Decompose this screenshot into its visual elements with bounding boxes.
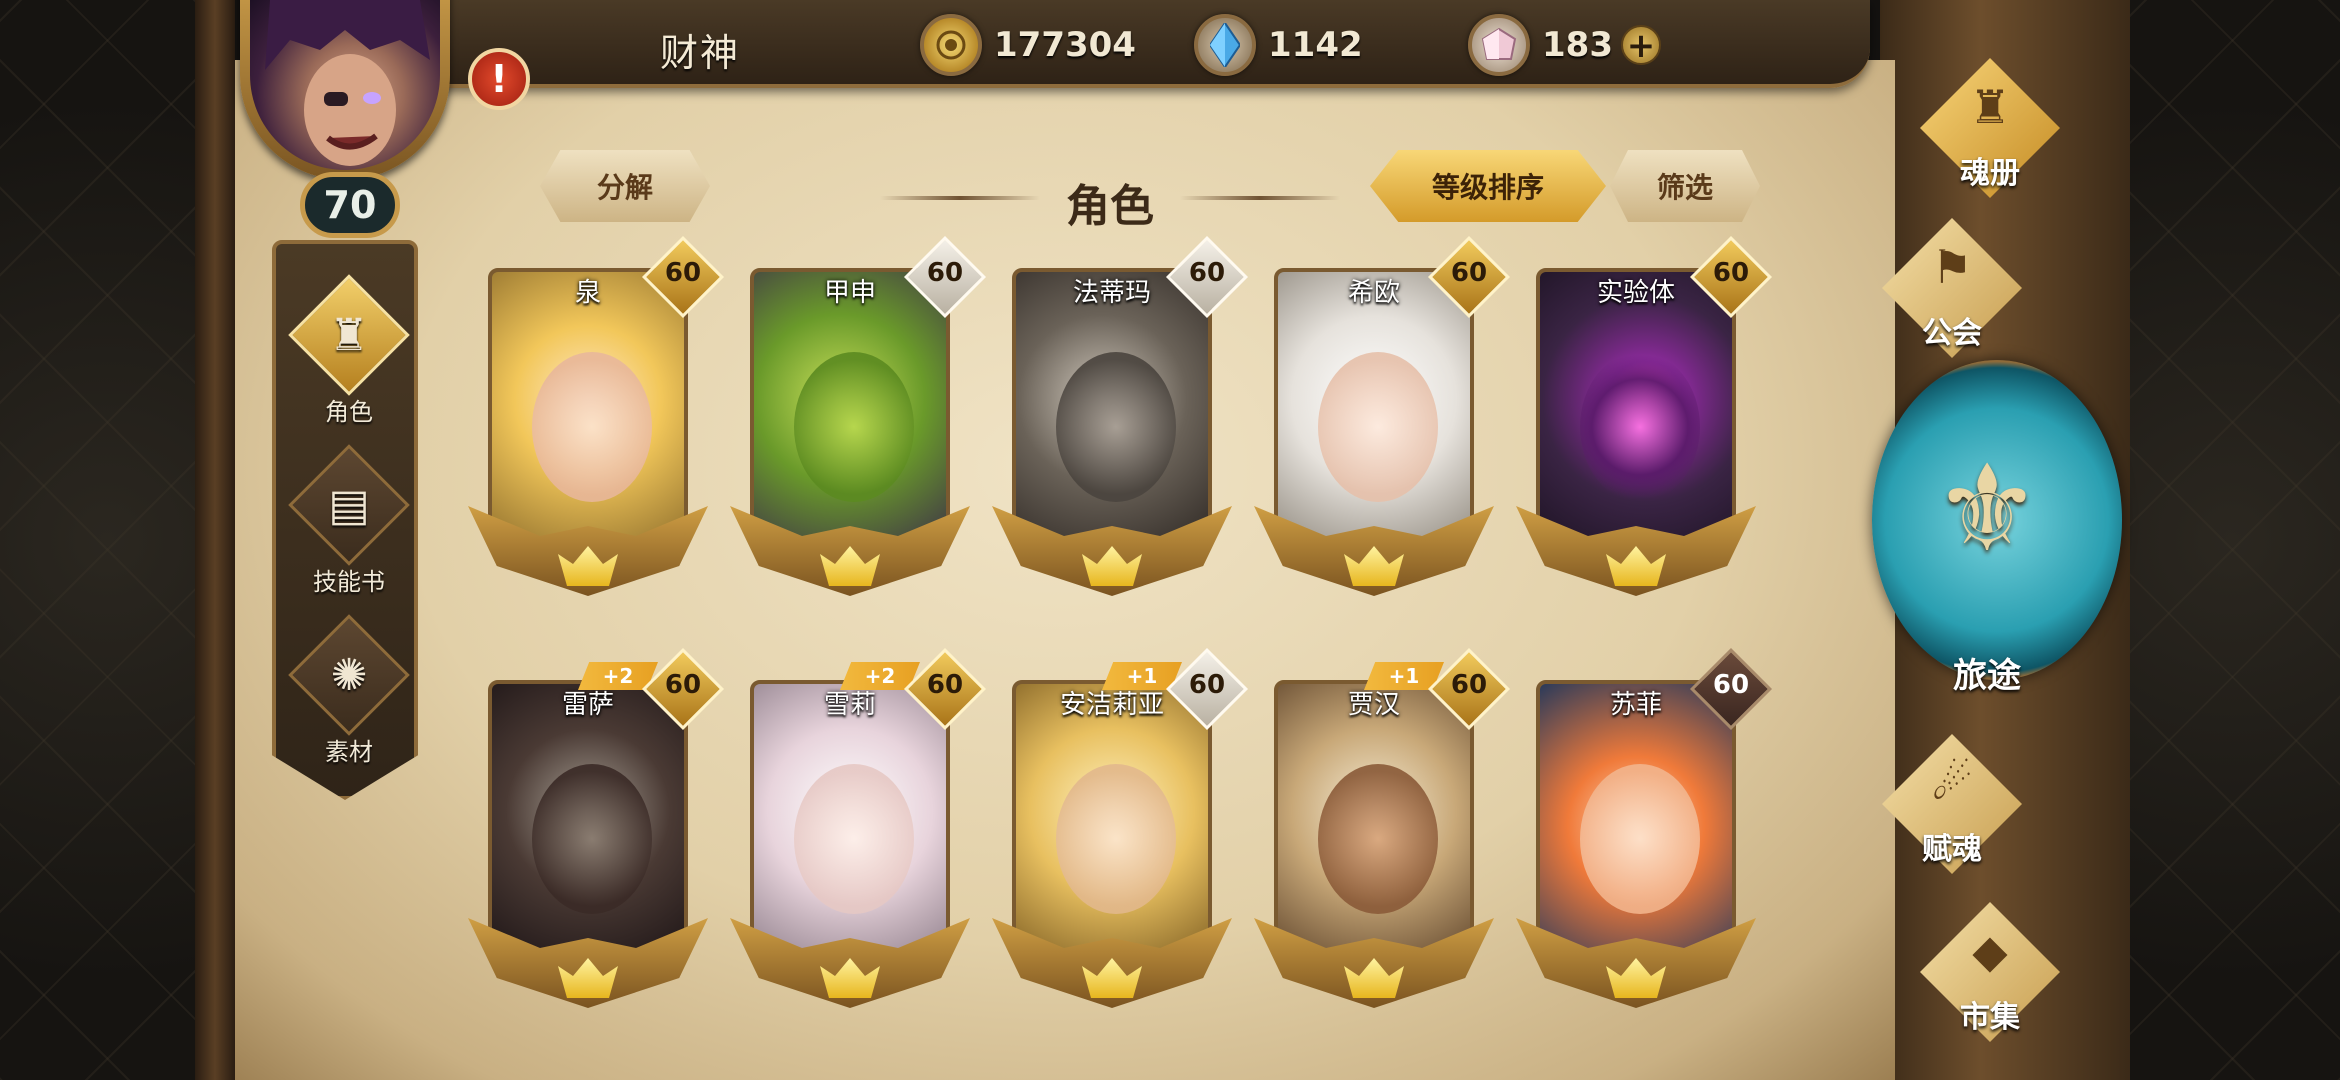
character-portrait [1274,680,1474,970]
endow-soul-label: 赋魂 [1922,832,1982,867]
character-card[interactable]: 法蒂玛 60 [992,235,1249,603]
character-level: 60 [664,258,702,288]
alert-badge[interactable]: ! [468,48,530,110]
character-portrait [1012,268,1212,558]
character-portrait [1536,680,1736,970]
flame-swirl-icon: ☄ [1931,756,1973,810]
nav-label-skillbook: 技能书 [313,568,385,596]
nav-label-characters: 角色 [325,398,373,426]
character-card[interactable]: 雪莉 +2 60 [730,647,987,1015]
gem-amount: 183 [1542,25,1613,65]
level-sort-button[interactable]: 等级排序 [1370,150,1606,222]
title-ornament-right [1180,196,1340,200]
background-right [2125,0,2340,1080]
market-label: 市集 [1960,1000,2020,1035]
nav-label-materials: 素材 [325,738,373,766]
character-card[interactable]: 雷萨 +2 60 [468,647,725,1015]
character-portrait [1274,268,1474,558]
guild-label: 公会 [1922,316,1982,351]
journey-button[interactable]: ⚜ 旅途 [1862,350,2122,710]
endow-soul-button[interactable]: ☄ 赋魂 [1862,728,2042,878]
journey-label: 旅途 [1953,656,2021,696]
character-portrait [1536,268,1736,558]
player-level-badge: 70 [300,172,400,238]
character-card[interactable]: 实验体 60 [1516,235,1773,603]
gold-coin-icon [920,14,982,76]
decompose-button[interactable]: 分解 [540,150,710,222]
gold-resource: 177304 [920,14,1136,76]
beast-icon: ✺ [330,650,368,701]
trident-icon: ⚜ [1933,440,2041,579]
character-level: 60 [1712,258,1750,288]
left-category-nav: ♜ 角色 ▤ 技能书 ✺ 素材 [272,240,418,800]
character-card[interactable]: 泉 60 [468,235,725,603]
character-level: 60 [926,670,964,700]
pink-gem-icon [1468,14,1530,76]
character-card[interactable]: 安洁莉亚 +1 60 [992,647,1249,1015]
character-card[interactable]: 甲申 60 [730,235,987,603]
character-level: 60 [926,258,964,288]
character-level: 60 [664,670,702,700]
nav-item-skillbook[interactable]: ▤ 技能书 [276,444,418,604]
background-left [0,0,215,1080]
guild-flag-icon: ⚑ [1931,240,1973,294]
character-level: 60 [1450,670,1488,700]
blue-crystal-icon [1194,14,1256,76]
character-card[interactable]: 希欧 60 [1254,235,1511,603]
character-level: 60 [1450,258,1488,288]
add-gem-button[interactable]: + [1620,25,1661,65]
soulbook-button[interactable]: ♜ 魂册 [1900,52,2080,202]
character-portrait [750,680,950,970]
panel-title: 角色 [1066,181,1154,232]
soulbook-label: 魂册 [1960,156,2020,191]
crystal-resource: 1142 [1194,14,1363,76]
gold-amount: 177304 [994,25,1136,65]
gem-resource: 183 + [1468,14,1661,76]
character-card[interactable]: 苏菲 60 [1516,647,1773,1015]
player-name: 财神 [660,31,741,75]
character-portrait [488,268,688,558]
character-level: 60 [1188,670,1226,700]
crystal-amount: 1142 [1268,25,1363,65]
character-portrait [1012,680,1212,970]
character-portrait [488,680,688,970]
book-icon: ▤ [328,480,370,531]
nav-item-materials[interactable]: ✺ 素材 [276,614,418,774]
character-level: 60 [1188,258,1226,288]
market-button[interactable]: ◆ 市集 [1900,896,2080,1046]
helm-icon: ♜ [329,310,369,361]
helm-icon: ♜ [1969,80,2011,134]
gem-icon: ◆ [1972,924,2008,978]
nav-item-characters[interactable]: ♜ 角色 [276,274,418,434]
character-card[interactable]: 贾汉 +1 60 [1254,647,1511,1015]
character-level: 60 [1712,670,1750,700]
filter-button[interactable]: 筛选 [1610,150,1760,222]
guild-button[interactable]: ⚑ 公会 [1862,212,2042,362]
character-portrait [750,268,950,558]
